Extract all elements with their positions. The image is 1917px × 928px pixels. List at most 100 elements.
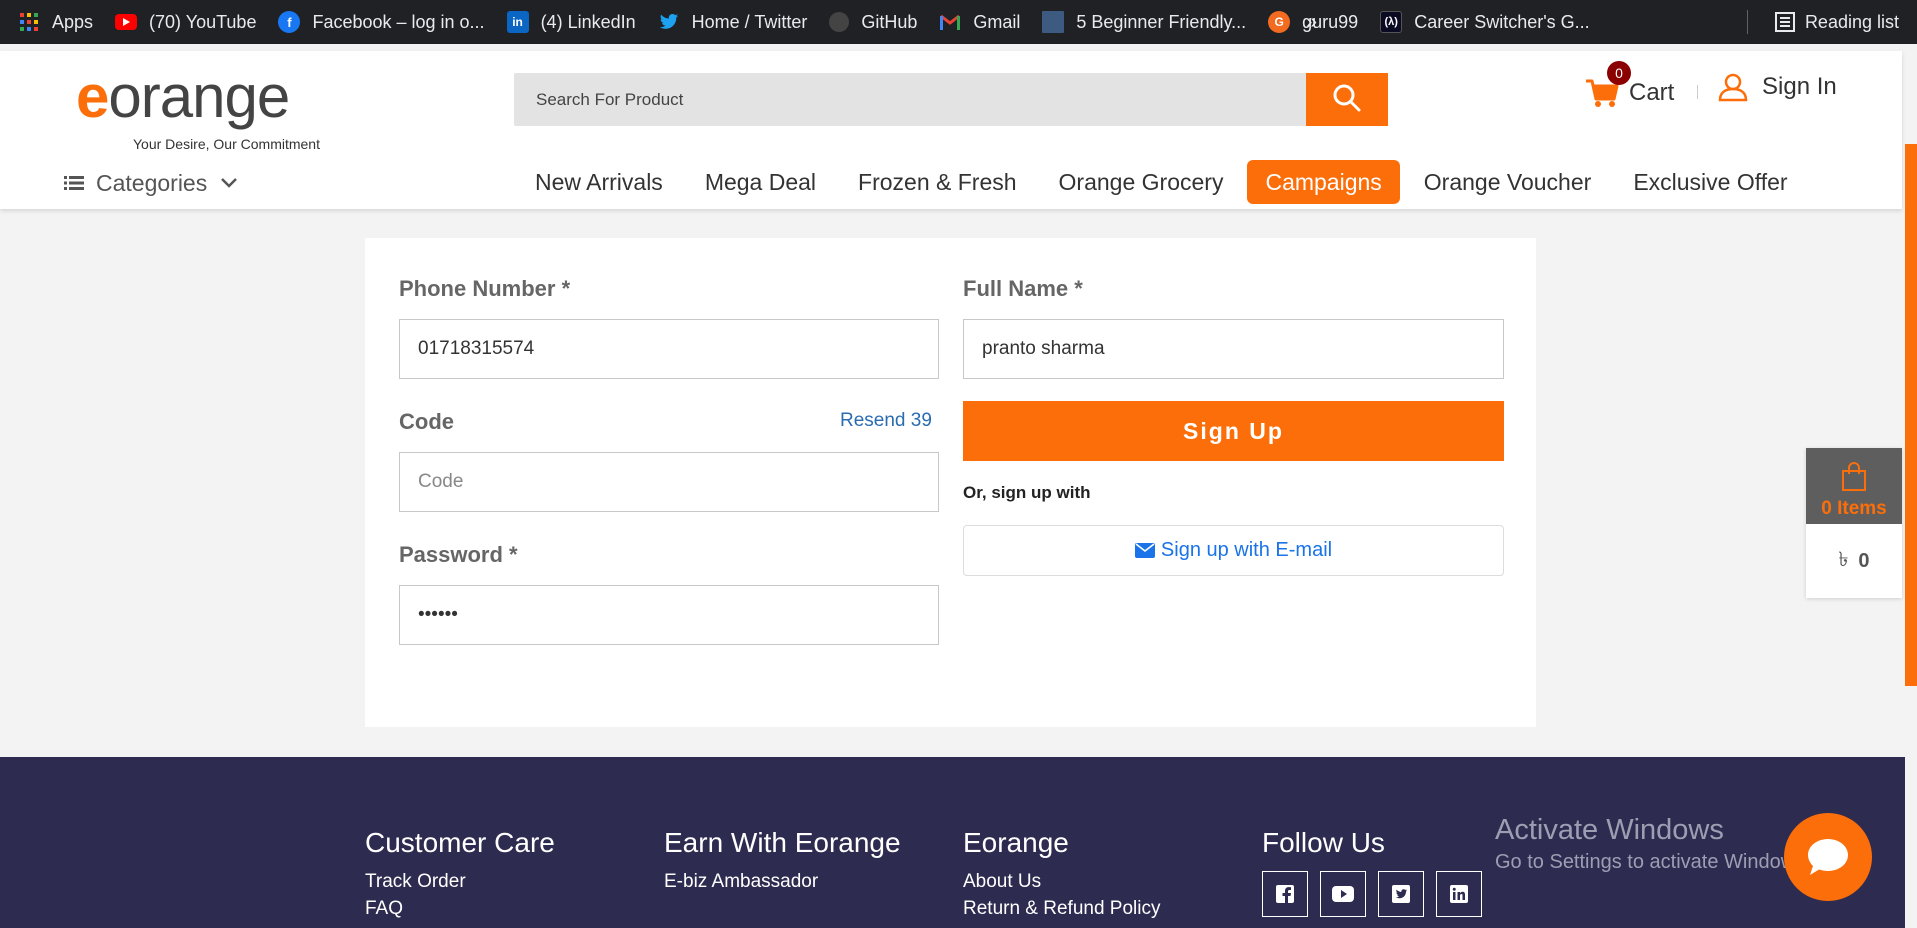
youtube-icon <box>115 14 138 30</box>
reading-list-button[interactable]: Reading list <box>1774 0 1899 44</box>
sign-in-button[interactable]: Sign In <box>1718 67 1837 107</box>
footer-heading: Earn With Eorange <box>664 827 901 858</box>
nav-campaigns[interactable]: Campaigns <box>1247 160 1400 204</box>
mini-cart-header: 0 Items <box>1806 448 1902 524</box>
nav-frozen-fresh[interactable]: Frozen & Fresh <box>837 160 1038 204</box>
password-input[interactable] <box>399 585 939 645</box>
bookmark-label: GitHub <box>861 11 918 32</box>
bookmark-label: (4) LinkedIn <box>540 11 636 32</box>
activate-windows-subtitle: Go to Settings to activate Windows. <box>1495 851 1811 873</box>
main-nav: New Arrivals Mega Deal Frozen & Fresh Or… <box>514 159 1809 205</box>
cart-label: Cart <box>1629 79 1675 106</box>
youtube-icon[interactable] <box>1320 871 1366 917</box>
bookmark-article[interactable]: 5 Beginner Friendly... <box>1042 11 1246 33</box>
linkedin-icon: in <box>506 11 529 33</box>
bookmark-apps[interactable]: Apps <box>18 11 93 33</box>
bookmark-label: Career Switcher's G... <box>1414 11 1590 32</box>
twitter-icon[interactable] <box>1378 871 1424 917</box>
gmail-icon <box>939 11 961 33</box>
footer-link-track-order[interactable]: Track Order <box>365 871 555 893</box>
bookmark-career[interactable]: (λ) Career Switcher's G... <box>1380 11 1590 33</box>
activate-windows-title: Activate Windows <box>1495 814 1724 846</box>
social-links <box>1262 871 1482 917</box>
nav-new-arrivals[interactable]: New Arrivals <box>514 160 684 204</box>
bookmark-label: Apps <box>52 11 94 32</box>
password-label: Password * <box>399 542 518 567</box>
sign-up-button[interactable]: Sign Up <box>963 401 1504 461</box>
footer-link-about-us[interactable]: About Us <box>963 871 1161 893</box>
search-icon <box>1332 83 1362 116</box>
chevron-down-icon <box>221 178 238 188</box>
categories-dropdown[interactable]: Categories <box>64 167 238 199</box>
list-icon <box>64 175 84 191</box>
sign-in-label: Sign In <box>1762 73 1837 100</box>
bookmark-github[interactable]: GitHub <box>829 12 917 33</box>
user-icon <box>1718 72 1748 102</box>
signup-form-card: Phone Number * Code Resend 39 Password *… <box>365 238 1536 727</box>
nav-orange-voucher[interactable]: Orange Voucher <box>1403 160 1613 204</box>
linkedin-icon[interactable] <box>1436 871 1482 917</box>
freecodecamp-icon: (λ) <box>1380 11 1403 33</box>
footer-link-faq[interactable]: FAQ <box>365 898 555 920</box>
sign-up-email-button[interactable]: Sign up with E-mail <box>963 525 1504 576</box>
bookmarks-bar: Apps (70) YouTube f Facebook – log in o.… <box>0 0 1917 44</box>
cart-count-badge: 0 <box>1607 61 1631 85</box>
search-bar <box>514 73 1388 126</box>
header-divider <box>1697 85 1698 99</box>
full-name-label: Full Name * <box>963 276 1083 301</box>
phone-number-input[interactable] <box>399 319 939 379</box>
bookmark-youtube[interactable]: (70) YouTube <box>115 12 256 33</box>
footer-heading: Eorange <box>963 827 1069 858</box>
nav-orange-grocery[interactable]: Orange Grocery <box>1038 160 1245 204</box>
eorange-logo[interactable]: eorange Your Desire, Our Commitment <box>76 62 336 152</box>
code-label: Code <box>399 409 454 434</box>
cart-button[interactable]: 0 Cart <box>1585 61 1674 111</box>
facebook-icon: f <box>278 11 301 33</box>
search-input[interactable] <box>514 73 1306 126</box>
bookmark-label: Home / Twitter <box>691 11 808 32</box>
full-name-input[interactable] <box>963 319 1504 379</box>
guru99-icon: G <box>1268 11 1291 33</box>
mini-cart-total: ৳ 0 <box>1806 524 1902 598</box>
footer-col-earn: Earn With Eorange E-biz Ambassador <box>664 827 901 898</box>
footer-link-return-refund[interactable]: Return & Refund Policy <box>963 898 1161 920</box>
nav-exclusive-offer[interactable]: Exclusive Offer <box>1612 160 1808 204</box>
site-footer: Customer Care Track Order FAQ Earn With … <box>0 757 1905 928</box>
code-input[interactable] <box>399 452 939 512</box>
bookmark-facebook[interactable]: f Facebook – log in o... <box>278 11 485 33</box>
or-sign-up-with-text: Or, sign up with <box>963 483 1091 502</box>
article-thumbnail-icon <box>1042 11 1065 33</box>
bookmarks-divider <box>1747 10 1748 34</box>
search-button[interactable] <box>1306 73 1388 126</box>
logo-tagline: Your Desire, Our Commitment <box>133 136 320 152</box>
bookmark-linkedin[interactable]: in (4) LinkedIn <box>506 11 636 33</box>
facebook-icon[interactable] <box>1262 871 1308 917</box>
categories-label: Categories <box>96 169 208 196</box>
nav-mega-deal[interactable]: Mega Deal <box>684 160 837 204</box>
footer-col-customer-care: Customer Care Track Order FAQ <box>365 827 555 925</box>
apps-grid-icon <box>18 11 40 33</box>
taka-currency-symbol: ৳ <box>1838 548 1849 571</box>
activate-windows-watermark: Activate Windows Go to Settings to activ… <box>1495 814 1811 874</box>
footer-heading: Follow Us <box>1262 827 1385 858</box>
bookmark-label: 5 Beginner Friendly... <box>1076 11 1247 32</box>
chat-button[interactable] <box>1784 813 1872 901</box>
reading-list-label: Reading list <box>1804 11 1899 32</box>
bookmark-gmail[interactable]: Gmail <box>939 11 1020 33</box>
reading-list-icon <box>1774 12 1795 32</box>
footer-col-follow-us: Follow Us <box>1262 827 1482 917</box>
page-scrollbar-thumb[interactable] <box>1905 144 1917 686</box>
logo-wordmark: eorange <box>76 63 290 130</box>
site-header: eorange Your Desire, Our Commitment 0 Ca… <box>0 51 1902 209</box>
shopping-bag-icon <box>1841 462 1867 492</box>
bookmark-twitter[interactable]: Home / Twitter <box>658 11 808 33</box>
bookmark-label: (70) YouTube <box>149 11 257 32</box>
footer-link-ebiz-ambassador[interactable]: E-biz Ambassador <box>664 871 901 893</box>
floating-mini-cart[interactable]: 0 Items ৳ 0 <box>1806 448 1902 598</box>
bookmark-label: Gmail <box>973 11 1021 32</box>
sign-up-email-label: Sign up with E-mail <box>1160 539 1333 561</box>
resend-code-link[interactable]: Resend 39 <box>840 410 932 432</box>
bookmarks-more-button[interactable]: » <box>1306 0 1317 44</box>
chat-bubble-icon <box>1806 837 1850 877</box>
mini-cart-items-count: 0 Items <box>1821 498 1887 519</box>
